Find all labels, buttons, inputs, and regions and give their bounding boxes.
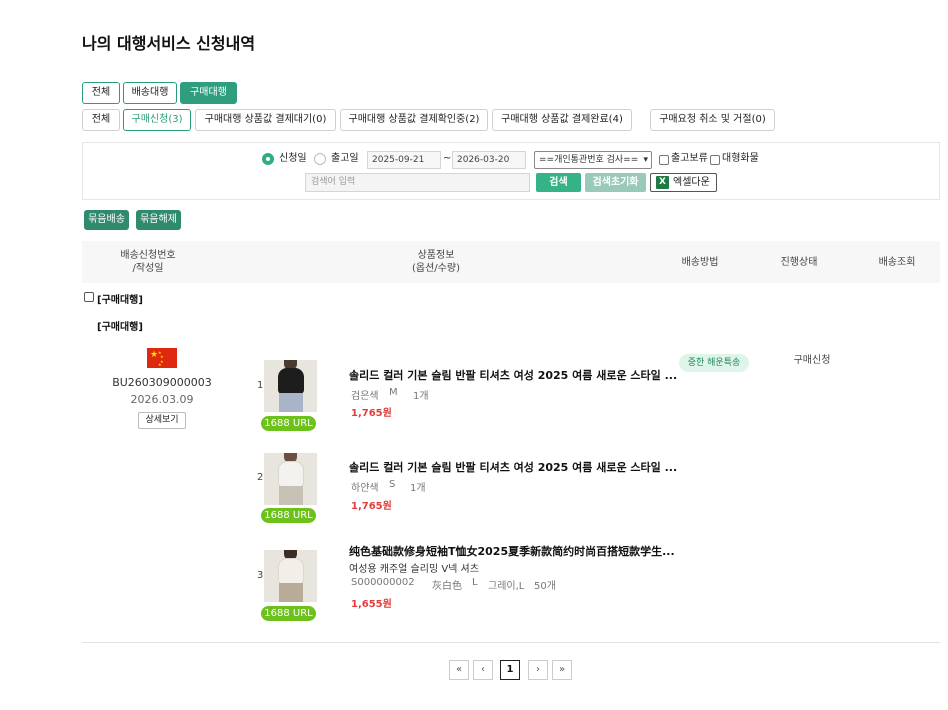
hold-checkbox-label: 출고보류 bbox=[671, 153, 708, 164]
ship-method-badge: 중한 해운특송 bbox=[679, 354, 749, 372]
product-sku: S000000002 bbox=[351, 577, 415, 588]
detail-view-button[interactable]: 상세보기 bbox=[138, 412, 186, 429]
product-qty: 1개 bbox=[413, 391, 429, 402]
product-qty: 1개 bbox=[410, 483, 426, 494]
product-price: 1,765원 bbox=[351, 408, 392, 419]
tab-purchase-agency[interactable]: 구매대행 bbox=[180, 82, 237, 104]
status-tab-all[interactable]: 전체 bbox=[82, 109, 120, 131]
status-tab-purchase-request[interactable]: 구매신청(3) bbox=[123, 109, 191, 131]
customs-check-select-value: ==개인통관번호 검사== bbox=[539, 155, 639, 165]
order-date: 2026.03.09 bbox=[130, 393, 194, 406]
chevron-down-icon: ▾ bbox=[643, 155, 648, 165]
tab-all[interactable]: 전체 bbox=[82, 82, 120, 104]
bulky-checkbox[interactable] bbox=[710, 155, 720, 165]
th-status: 진행상태 bbox=[780, 257, 818, 268]
item-index: 1 bbox=[257, 380, 264, 391]
product-size: S bbox=[389, 479, 396, 490]
hold-checkbox[interactable] bbox=[659, 155, 669, 165]
radio-request-date[interactable] bbox=[262, 153, 274, 165]
item-index: 3 bbox=[257, 570, 264, 581]
group-sub-label: [구매대행] bbox=[97, 322, 143, 333]
group-checkbox[interactable] bbox=[84, 292, 94, 302]
th-product: 상품정보 (옵션/수량) bbox=[412, 250, 460, 274]
status-tab-cancel-reject[interactable]: 구매요청 취소 및 거절(0) bbox=[650, 109, 775, 131]
product-name: 솔리드 컬러 기본 슬림 반팔 티셔츠 여성 2025 여름 새로운 스타일 .… bbox=[349, 369, 678, 382]
bundle-shipping-button[interactable]: 묶음배송 bbox=[84, 210, 129, 230]
status-tab-payment-waiting[interactable]: 구매대행 상품값 결제대기(0) bbox=[195, 109, 336, 131]
china-flag-icon: ★ ★ ★ ★ ★ bbox=[147, 348, 177, 368]
excel-icon: X bbox=[656, 176, 669, 189]
product-color: 灰白色 bbox=[432, 581, 462, 592]
product-size: L bbox=[472, 577, 478, 588]
page-last-button[interactable]: » bbox=[552, 660, 572, 680]
excel-download-button[interactable]: X 엑셀다운 bbox=[650, 173, 717, 192]
product-thumbnail[interactable] bbox=[264, 360, 317, 412]
product-subname: 여성용 캐주얼 슬리밍 V넥 셔츠 bbox=[349, 564, 479, 575]
product-qty: 50개 bbox=[534, 581, 556, 592]
product-name: 纯色基础款修身短袖T恤女2025夏季新款简约时尚百搭短款学生... bbox=[349, 545, 675, 558]
radio-ship-date-label: 출고일 bbox=[331, 153, 359, 164]
reset-search-button[interactable]: 검색초기화 bbox=[585, 173, 646, 192]
product-name: 솔리드 컬러 기본 슬림 반팔 티셔츠 여성 2025 여름 새로운 스타일 .… bbox=[349, 461, 678, 474]
unbundle-button[interactable]: 묶음해제 bbox=[136, 210, 181, 230]
status-text: 구매신청 bbox=[793, 355, 831, 366]
item-index: 2 bbox=[257, 472, 264, 483]
page-current[interactable]: 1 bbox=[500, 660, 520, 680]
url-1688-button[interactable]: 1688 URL bbox=[261, 508, 316, 523]
tab-shipping-agency[interactable]: 배송대행 bbox=[123, 82, 177, 104]
th-ship-method: 배송방법 bbox=[681, 257, 719, 268]
product-size: M bbox=[389, 387, 398, 398]
product-color: 검은색 bbox=[351, 391, 379, 402]
product-thumbnail[interactable] bbox=[264, 453, 317, 505]
bulky-checkbox-label: 대형화물 bbox=[722, 153, 759, 164]
table-divider bbox=[82, 642, 940, 643]
url-1688-button[interactable]: 1688 URL bbox=[261, 606, 316, 621]
order-number: BU260309000003 bbox=[112, 376, 212, 389]
radio-ship-date[interactable] bbox=[314, 153, 326, 165]
page-title: 나의 대행서비스 신청내역 bbox=[82, 34, 256, 53]
status-tab-payment-checking[interactable]: 구매대행 상품값 결제확인중(2) bbox=[340, 109, 488, 131]
excel-download-label: 엑셀다운 bbox=[673, 177, 710, 188]
product-thumbnail[interactable] bbox=[264, 550, 317, 602]
status-tab-payment-complete[interactable]: 구매대행 상품값 결제완료(4) bbox=[492, 109, 632, 131]
th-order-no: 배송신청번호 /작성일 bbox=[120, 250, 176, 274]
date-to-input[interactable]: 2026-03-20 bbox=[452, 151, 526, 169]
page-first-button[interactable]: « bbox=[449, 660, 469, 680]
product-option: 그레이,L bbox=[488, 581, 525, 592]
page-next-button[interactable]: › bbox=[528, 660, 548, 680]
group-checkbox-label: [구매대행] bbox=[97, 295, 143, 306]
product-color: 하얀색 bbox=[351, 483, 379, 494]
radio-request-date-label: 신청일 bbox=[279, 153, 307, 164]
date-from-input[interactable]: 2025-09-21 bbox=[367, 151, 441, 169]
search-button[interactable]: 검색 bbox=[536, 173, 581, 192]
customs-check-select[interactable]: ==개인통관번호 검사== ▾ bbox=[534, 151, 652, 169]
product-price: 1,655원 bbox=[351, 599, 392, 610]
search-input[interactable]: 검색어 입력 bbox=[305, 173, 530, 192]
page-prev-button[interactable]: ‹ bbox=[473, 660, 493, 680]
product-price: 1,765원 bbox=[351, 501, 392, 512]
url-1688-button[interactable]: 1688 URL bbox=[261, 416, 316, 431]
th-tracking: 배송조회 bbox=[878, 257, 916, 268]
date-separator: ~ bbox=[443, 153, 452, 164]
